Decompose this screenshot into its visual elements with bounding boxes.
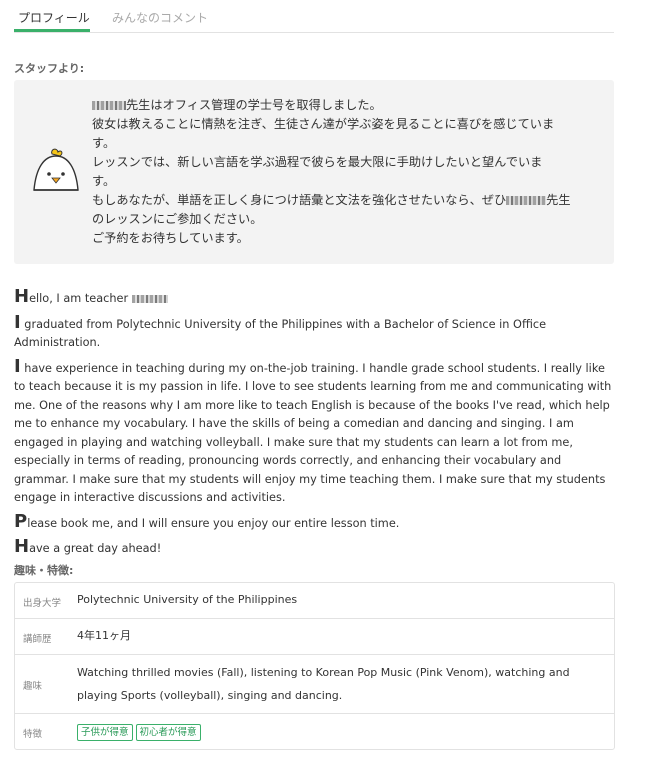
- detail-value: Watching thrilled movies (Fall), listeni…: [77, 666, 570, 702]
- redacted-teacher-name: [92, 101, 126, 110]
- drop-cap: I: [14, 311, 21, 333]
- feature-badge: 子供が得意: [77, 724, 133, 741]
- intro-paragraph: I graduated from Polytechnic University …: [14, 313, 614, 353]
- intro-paragraph: Have a great day ahead!: [14, 538, 614, 559]
- tab-comments[interactable]: みんなのコメント: [112, 9, 208, 26]
- drop-cap: H: [14, 536, 30, 557]
- profile-tabs: プロフィール みんなのコメント: [14, 0, 614, 33]
- detail-label: 講師歴: [23, 634, 52, 645]
- staff-line: す。: [92, 136, 116, 150]
- staff-line: 彼女は教えることに情熱を注ぎ、生徒さん達が学ぶ姿を見ることに喜びを感じていま: [92, 117, 555, 131]
- staff-line: レッスンでは、新しい言語を学ぶ過程で彼らを最大限に手助けしたいと望んでいま: [92, 155, 543, 169]
- drop-cap: P: [14, 510, 28, 532]
- staff-section-heading: スタッフより:: [14, 62, 85, 75]
- detail-label: 趣味: [23, 681, 43, 692]
- staff-message-box: 先生はオフィス管理の学士号を取得しました。 彼女は教えることに情熱を注ぎ、生徒さ…: [14, 80, 614, 264]
- intro-text: graduated from Polytechnic University of…: [14, 317, 547, 350]
- feature-badge: 初心者が得意: [135, 724, 201, 741]
- tab-profile[interactable]: プロフィール: [18, 9, 90, 26]
- staff-line: 先生: [546, 193, 571, 207]
- teacher-introduction: Hello, I am teacher I graduated from Pol…: [14, 288, 614, 566]
- chick-mascot-icon: [33, 148, 79, 191]
- detail-row-hobby: 趣味 Watching thrilled movies (Fall), list…: [15, 655, 614, 714]
- intro-text: ave a great day ahead!: [29, 542, 162, 555]
- intro-paragraph: I have experience in teaching during my …: [14, 357, 614, 508]
- details-section-heading: 趣味・特徴:: [14, 564, 74, 577]
- staff-line: 先生はオフィス管理の学士号を取得しました。: [126, 98, 382, 112]
- teacher-details-table: 出身大学 Polytechnic University of the Phili…: [14, 582, 615, 750]
- redacted-teacher-name: [506, 196, 547, 205]
- intro-paragraph: Hello, I am teacher: [14, 288, 614, 309]
- staff-message: 先生はオフィス管理の学士号を取得しました。 彼女は教えることに情熱を注ぎ、生徒さ…: [92, 96, 592, 248]
- staff-line: す。: [92, 174, 116, 188]
- feature-badges: 子供が得意 初心者が得意: [77, 721, 602, 743]
- drop-cap: H: [14, 286, 30, 307]
- intro-text: have experience in teaching during my on…: [14, 361, 612, 505]
- staff-line: ご予約をお待ちしています。: [92, 231, 249, 245]
- tab-profile-underline: [14, 29, 90, 32]
- detail-row-experience: 講師歴 4年11ヶ月: [15, 619, 614, 655]
- drop-cap: I: [14, 355, 21, 377]
- intro-text: lease book me, and I will ensure you enj…: [27, 516, 400, 530]
- detail-row-features: 特徴 子供が得意 初心者が得意: [15, 714, 614, 749]
- detail-value: Polytechnic University of the Philippine…: [77, 593, 298, 606]
- detail-value: 4年11ヶ月: [77, 629, 131, 642]
- detail-row-university: 出身大学 Polytechnic University of the Phili…: [15, 583, 614, 619]
- staff-line: もしあなたが、単語を正しく身につけ語彙と文法を強化させたいなら、ぜひ: [92, 193, 507, 207]
- detail-label: 出身大学: [23, 598, 62, 609]
- intro-text: ello, I am teacher: [29, 292, 132, 305]
- redacted-teacher-name: [131, 295, 168, 303]
- staff-line: のレッスンにご参加ください。: [92, 212, 263, 226]
- detail-label: 特徴: [23, 729, 43, 740]
- intro-paragraph: Please book me, and I will ensure you en…: [14, 512, 614, 534]
